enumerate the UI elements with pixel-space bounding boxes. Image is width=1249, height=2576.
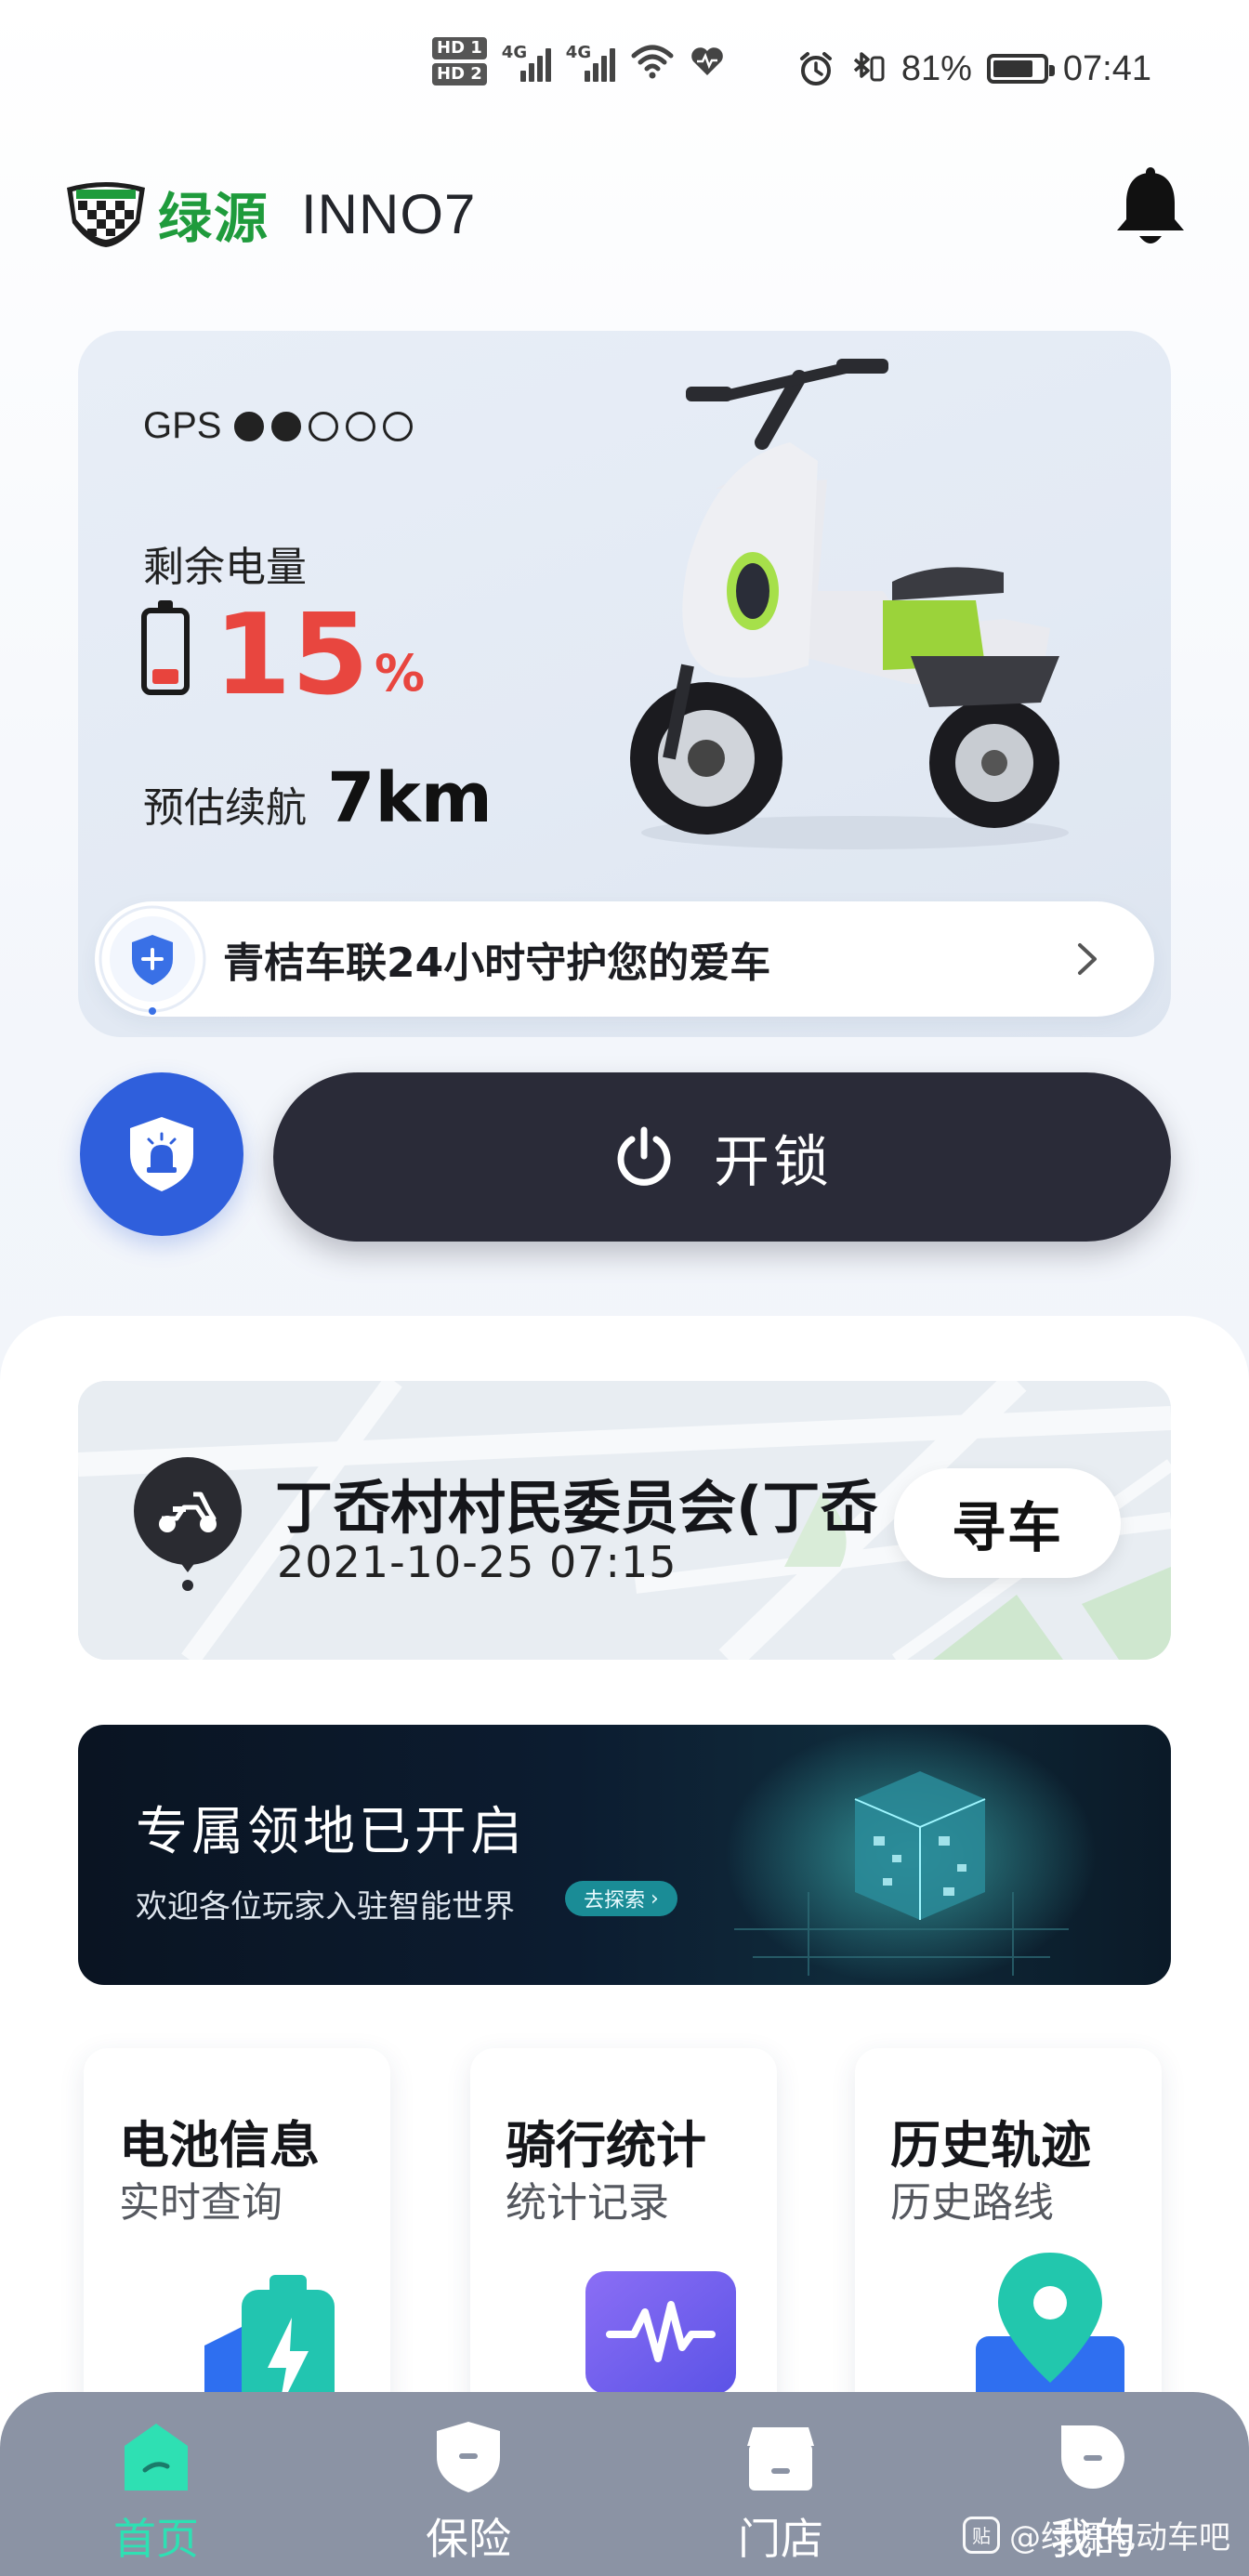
wifi-icon [631, 45, 674, 79]
feature-title: 骑行统计 [506, 2116, 706, 2175]
brand-logo-icon [67, 182, 145, 247]
signal-icon: 4G [502, 41, 551, 82]
store-icon [747, 2427, 814, 2491]
hd1-badge: HD 1 [432, 37, 487, 59]
tieba-icon: 贴 [963, 2516, 1000, 2554]
security-alarm-button[interactable] [80, 1072, 243, 1236]
guard-service-banner[interactable]: 青桔车联24小时守护您的爱车 [95, 901, 1154, 1017]
tab-store-label: 门店 [738, 2514, 823, 2564]
app-screen: HD 1 HD 2 4G 4G 81% 07:41 绿源 INNO7 GPS 剩… [0, 0, 1249, 2576]
promo-title: 专属领地已开启 [136, 1802, 526, 1862]
home-icon [125, 2424, 188, 2491]
feature-subtitle: 统计记录 [506, 2179, 669, 2227]
status-right: 81% 07:41 [797, 48, 1151, 89]
alarm-icon [799, 52, 832, 85]
gps-dot-filled [234, 411, 265, 441]
app-header: 绿源 INNO7 [63, 167, 1203, 260]
bottom-tab-bar: 首页 保险 门店 我的 贴 @绿源电动车吧 [0, 2392, 1249, 2576]
feature-subtitle: 历史路线 [890, 2179, 1054, 2227]
tab-home[interactable]: 首页 [0, 2392, 312, 2576]
range-row: 预估续航 7km [143, 758, 493, 838]
signal-icon: 4G [566, 41, 615, 82]
vehicle-location-card[interactable]: 丁岙村村民委员会(丁岙 2021-10-25 07:15 寻车 [78, 1381, 1171, 1660]
tab-store[interactable]: 门店 [624, 2392, 937, 2576]
feature-title: 历史轨迹 [890, 2116, 1091, 2175]
soc-row: 15 % [141, 600, 425, 712]
range-label: 预估续航 [143, 784, 307, 832]
alarm-shield-icon [130, 1117, 193, 1191]
gps-dot-filled [271, 411, 302, 441]
range-value: 7km [327, 758, 493, 838]
soc-label: 剩余电量 [143, 544, 307, 591]
battery-icon [986, 54, 1055, 84]
hd2-badge: HD 2 [432, 63, 487, 85]
gps-indicator: GPS [143, 405, 414, 447]
explore-button[interactable]: 去探索 › [565, 1881, 677, 1916]
promo-banner[interactable]: 专属领地已开启 欢迎各位玩家入驻智能世界 去探索 › [78, 1725, 1171, 1985]
tab-insurance-label: 保险 [426, 2514, 511, 2564]
feature-subtitle: 实时查询 [119, 2179, 283, 2227]
gps-dot-empty [346, 411, 376, 441]
scooter-location-pin-icon [134, 1457, 242, 1591]
location-address: 丁岙村村民委员会(丁岙 [275, 1474, 878, 1542]
battery-info-card[interactable]: 电池信息 实时查询 [84, 2048, 390, 2438]
chevron-right-icon: › [651, 1886, 659, 1911]
brand-name: 绿源 [158, 187, 270, 250]
feature-title: 电池信息 [119, 2116, 320, 2175]
status-bar: HD 1 HD 2 4G 4G 81% 07:41 [0, 0, 1249, 149]
bluetooth-icon [853, 52, 885, 82]
promo-subtitle: 欢迎各位玩家入驻智能世界 [136, 1888, 515, 1925]
status-left: HD 1 HD 2 4G 4G [432, 37, 725, 85]
insurance-shield-icon [437, 2422, 500, 2492]
vehicle-status-card[interactable]: GPS 剩余电量 15 % 预估续航 7km 青桔车联24小时守护您的爱车 [78, 331, 1171, 1037]
heart-icon [690, 47, 723, 75]
watermark-text: @绿源电动车吧 [1009, 2519, 1230, 2556]
guard-banner-text: 青桔车联24小时守护您的爱车 [223, 940, 771, 987]
tab-insurance[interactable]: 保险 [312, 2392, 624, 2576]
unlock-button[interactable]: 开锁 [273, 1072, 1171, 1242]
gps-label: GPS [143, 405, 222, 446]
guard-shield-icon [99, 905, 206, 1015]
watermark: 贴 @绿源电动车吧 [963, 2512, 1230, 2557]
unlock-label: 开锁 [714, 1129, 833, 1195]
gps-dot-empty [309, 411, 339, 441]
notification-bell-icon[interactable] [1113, 167, 1188, 251]
soc-value: 15 [214, 591, 369, 720]
power-icon [617, 1126, 671, 1186]
smart-world-cube-image [725, 1725, 1097, 1985]
chevron-right-icon [1078, 943, 1097, 975]
clock: 07:41 [1062, 48, 1151, 88]
hd-indicators: HD 1 HD 2 [432, 37, 487, 85]
gps-dot-empty [383, 411, 414, 441]
tab-home-label: 首页 [113, 2514, 199, 2564]
model-name: INNO7 [301, 182, 477, 245]
battery-level-icon [141, 600, 190, 695]
ride-stats-card[interactable]: 骑行统计 统计记录 [470, 2048, 777, 2438]
profile-icon [1061, 2425, 1124, 2489]
gps-strength-dots [234, 411, 414, 441]
battery-percent: 81% [901, 48, 972, 88]
history-track-card[interactable]: 历史轨迹 历史路线 [855, 2048, 1162, 2438]
scooter-image [630, 359, 1069, 849]
find-vehicle-button[interactable]: 寻车 [894, 1468, 1121, 1578]
location-time: 2021-10-25 07:15 [277, 1537, 677, 1587]
soc-unit: % [375, 644, 426, 703]
explore-label: 去探索 [584, 1889, 646, 1912]
